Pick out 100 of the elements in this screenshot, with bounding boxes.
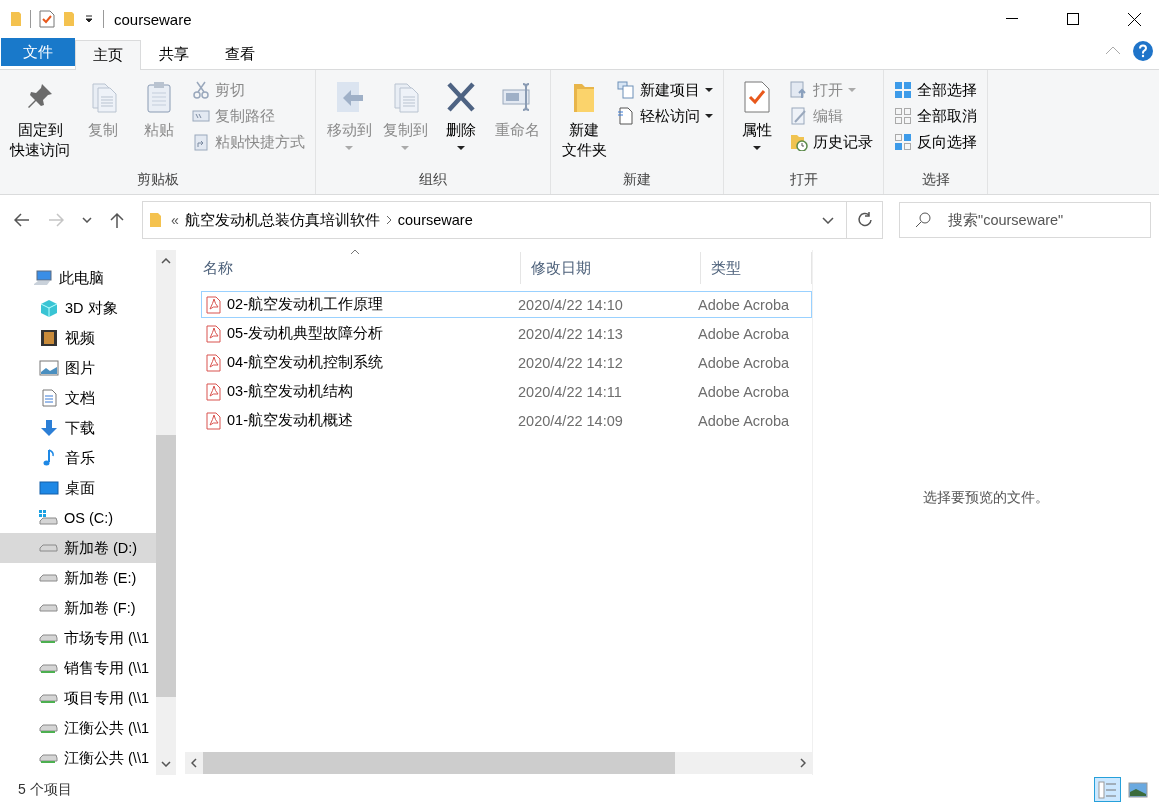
file-row[interactable]: 01-航空发动机概述 2020/4/22 14:09 Adobe Acroba	[201, 407, 812, 434]
details-view-icon	[1097, 780, 1118, 799]
pdf-file-icon	[206, 353, 221, 372]
ribbon-button[interactable]: 全部取消	[890, 104, 981, 128]
file-name: 03-航空发动机结构	[227, 382, 353, 401]
view-button[interactable]	[1094, 777, 1121, 802]
column-header[interactable]: 修改日期	[521, 252, 701, 284]
ribbon-button[interactable]: 历史记录	[786, 130, 877, 154]
file-row[interactable]: 04-航空发动机控制系统 2020/4/22 14:12 Adobe Acroba	[201, 349, 812, 376]
chevron-right-icon	[385, 215, 392, 225]
scroll-thumb[interactable]	[203, 752, 675, 774]
chevron-down-icon	[82, 217, 92, 223]
tree-item[interactable]: 视频	[0, 323, 156, 353]
file-row[interactable]: 05-发动机典型故障分析 2020/4/22 14:13 Adobe Acroba	[201, 320, 812, 347]
tree-item[interactable]: 新加卷 (D:)	[0, 533, 156, 563]
ribbon-button[interactable]: 新建项目	[613, 78, 717, 102]
tree-item[interactable]: 此电脑	[0, 263, 156, 293]
file-name: 01-航空发动机概述	[227, 411, 353, 430]
tree-item[interactable]: 新加卷 (E:)	[0, 563, 156, 593]
maximize-icon	[1067, 13, 1079, 25]
file-row[interactable]: 03-航空发动机结构 2020/4/22 14:11 Adobe Acroba	[201, 378, 812, 405]
tree-item[interactable]: 3D 对象	[0, 293, 156, 323]
ribbon-button[interactable]: 属性	[730, 74, 784, 168]
ribbon-tab[interactable]: 共享	[141, 39, 207, 69]
table-cell-text: 2020/4/22 14:11	[518, 383, 623, 400]
scissors-icon	[192, 81, 210, 99]
tree-item[interactable]: OS (C:)	[0, 503, 156, 533]
document-icon	[617, 107, 635, 125]
tree-item[interactable]: 音乐	[0, 443, 156, 473]
history-icon	[790, 133, 808, 151]
checkmark-document-icon	[741, 80, 773, 114]
chevron-up-icon[interactable]	[1105, 46, 1121, 55]
drive-icon	[39, 573, 58, 583]
tree-item[interactable]: 文档	[0, 383, 156, 413]
group-label: 新建	[622, 170, 652, 189]
file-name: 02-航空发动机工作原理	[227, 295, 383, 314]
file-tab[interactable]: 文件	[1, 38, 75, 66]
file-row[interactable]: 02-航空发动机工作原理 2020/4/22 14:10 Adobe Acroba	[201, 291, 812, 318]
desktop-icon	[39, 479, 59, 497]
network-drive-icon	[39, 693, 58, 703]
tree-item[interactable]: 江衡公共 (\\1	[0, 743, 156, 773]
scrollbar[interactable]	[185, 752, 812, 774]
pdf-file-icon	[206, 295, 221, 314]
network-drive-icon	[39, 723, 58, 733]
folder-icon	[149, 212, 163, 228]
chevron-left-icon	[191, 758, 197, 768]
column-header[interactable]: 类型	[701, 252, 812, 284]
tree-item[interactable]: 新加卷 (F:)	[0, 593, 156, 623]
ribbon-button[interactable]: 删除	[434, 74, 488, 168]
ribbon-button[interactable]: 全部选择	[890, 78, 981, 102]
search-icon	[915, 212, 931, 228]
open-icon	[790, 81, 808, 99]
address-bar[interactable]: « 航空发动机总装仿真培训软件 courseware	[142, 201, 883, 239]
rename-icon	[501, 80, 533, 114]
overflow-chevron: «	[171, 212, 179, 228]
thumbnail-view-icon	[1127, 781, 1148, 798]
search-field[interactable]: 搜索"courseware"	[899, 202, 1151, 238]
pdf-file-icon	[206, 382, 221, 401]
ribbon-tab[interactable]: 查看	[207, 39, 273, 69]
tree-item[interactable]: 市场专用 (\\1	[0, 623, 156, 653]
close-icon	[1127, 12, 1141, 26]
new-item-icon	[617, 81, 635, 99]
chevron-down-icon[interactable]	[822, 216, 834, 224]
tree-item[interactable]: 项目专用 (\\1	[0, 683, 156, 713]
ribbon-button[interactable]: 固定到 快速访问	[6, 74, 74, 168]
chevron-down-icon	[161, 761, 171, 767]
table-cell-text: Adobe Acroba	[698, 412, 791, 429]
download-arrow-icon	[39, 419, 59, 437]
table-cell-text: Adobe Acroba	[698, 296, 791, 313]
ribbon-button[interactable]: 反向选择	[890, 130, 981, 154]
column-label: 修改日期	[531, 258, 591, 278]
tree-item[interactable]: 图片	[0, 353, 156, 383]
drive-icon	[39, 509, 58, 527]
delete-icon	[445, 80, 477, 114]
scrollbar[interactable]	[156, 250, 176, 775]
tree-item[interactable]: 销售专用 (\\1	[0, 653, 156, 683]
picture-icon	[39, 359, 59, 377]
forward-arrow-icon	[48, 213, 64, 227]
ribbon-tab[interactable]: 主页	[75, 40, 141, 70]
folder-icon[interactable]	[63, 11, 75, 27]
ribbon-button[interactable]: 轻松访问	[613, 104, 717, 128]
dropdown-icon[interactable]	[83, 14, 95, 24]
invert-selection-icon	[894, 133, 912, 151]
film-icon	[39, 329, 59, 347]
ribbon-button[interactable]: 新建 文件夹	[557, 74, 611, 168]
select-all-icon	[894, 81, 912, 99]
scroll-thumb[interactable]	[156, 435, 176, 697]
tree-item[interactable]: 下载	[0, 413, 156, 443]
group-label: 选择	[920, 170, 951, 189]
tree-item[interactable]: 桌面	[0, 473, 156, 503]
tree-item[interactable]: 江衡公共 (\\1	[0, 713, 156, 743]
minimize-icon	[1006, 18, 1018, 20]
network-drive-icon	[39, 663, 58, 673]
chevron-up-icon	[161, 258, 171, 264]
column-label: 名称	[203, 258, 233, 278]
breadcrumb[interactable]: 航空发动机总装仿真培训软件	[184, 210, 380, 230]
properties-icon[interactable]	[39, 10, 55, 28]
help-icon[interactable]	[1133, 40, 1153, 61]
column-header[interactable]: 名称	[185, 252, 521, 284]
breadcrumb[interactable]: courseware	[397, 212, 473, 228]
